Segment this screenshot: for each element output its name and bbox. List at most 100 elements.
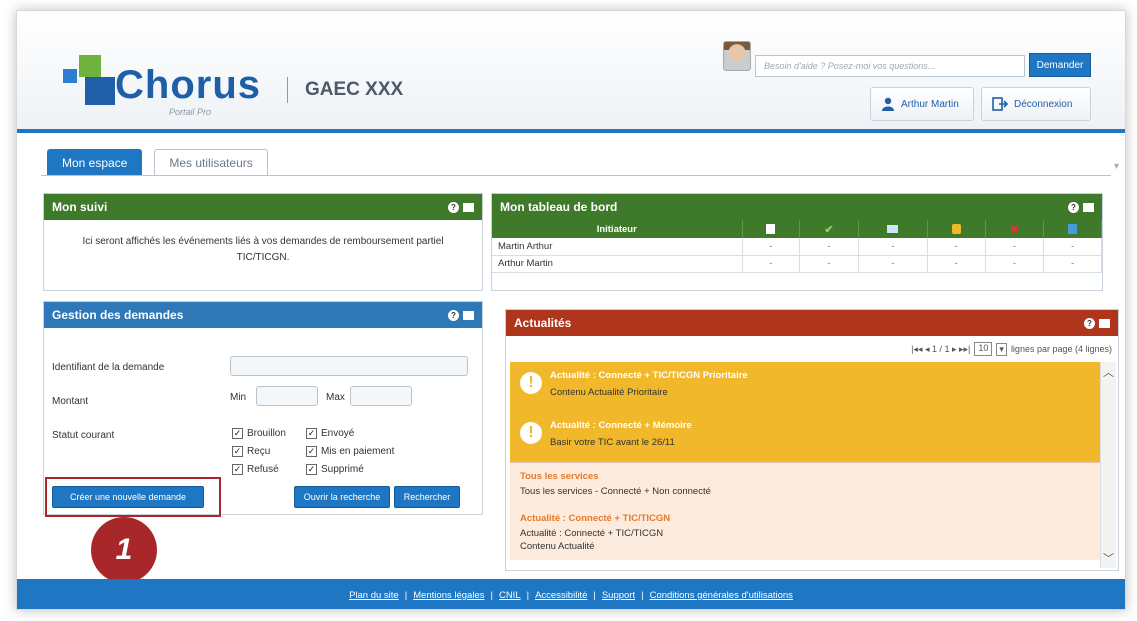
help-icon[interactable]: ? [448,309,459,321]
alert-icon: ! [520,422,542,444]
checkbox-checked-icon[interactable]: ✓ [306,464,317,475]
dashboard-title: Mon tableau de bord [500,200,618,214]
news-item-body: Basir votre TIC avant le 26/11 [550,437,675,448]
tab-mes-utilisateurs[interactable]: Mes utilisateurs [154,149,268,175]
logo-subtitle: Portail Pro [169,107,212,117]
statut-label: Statut courant [52,430,115,441]
count-cell: - [985,238,1045,256]
page-header: Chorus Portail Pro GAEC XXX Besoin d'aid… [17,11,1125,133]
help-icon[interactable]: ? [1068,201,1079,213]
check-icon[interactable]: ✔ [799,220,859,238]
list-item[interactable]: ! Actualité : Connecté + TIC/TICGN Prior… [510,362,1100,412]
suivi-message: Ici seront affichés les événements liés … [82,236,444,263]
montant-min-input[interactable] [256,386,318,406]
count-cell: - [985,255,1045,273]
footer-link-mentions[interactable]: Mentions légales [413,590,484,601]
footer-separator: | [490,589,493,601]
footer-link-accessibilite[interactable]: Accessibilité [535,590,587,601]
requests-title: Gestion des demandes [52,308,184,322]
statut-mis-en-paiement[interactable]: ✓ Mis en paiement [306,446,394,457]
statut-recu[interactable]: ✓ Reçu [232,446,270,457]
count-cell: - [927,255,986,273]
initiateur-cell: Arthur Martin [492,255,743,273]
minimize-icon[interactable] [1099,318,1110,328]
chorus-logo[interactable]: Chorus [63,51,261,105]
logout-label: Déconnexion [1014,98,1073,110]
news-item-body: Contenu Actualité Prioritaire [550,387,668,398]
chevron-down-icon[interactable]: ﹀ [1103,550,1114,566]
logout-button[interactable]: Déconnexion [981,87,1091,121]
count-cell: - [799,238,859,256]
minimize-icon[interactable] [463,310,474,320]
cross-icon[interactable]: ✖ [985,220,1045,238]
browser-frame: Chorus Portail Pro GAEC XXX Besoin d'aid… [16,10,1126,610]
min-label: Min [230,392,247,403]
news-item-title: Actualité : Connecté + Mémoire [550,420,692,431]
footer-separator: | [526,589,530,601]
statut-refuse[interactable]: ✓ Refusé [232,464,279,475]
footer-link-plan[interactable]: Plan du site [349,590,399,601]
open-search-button[interactable]: Ouvrir la recherche [294,486,390,508]
checkbox-checked-icon[interactable]: ✓ [232,446,243,457]
footer-link-cnil[interactable]: CNIL [499,590,521,601]
page-footer: Plan du site | Mentions légales | CNIL |… [17,579,1125,609]
news-item-title: Actualité : Connecté + TIC/TICGN [520,513,671,524]
mail-icon[interactable] [858,220,928,238]
table-row[interactable]: Martin Arthur - - - - - - [492,238,1102,256]
statut-supprime[interactable]: ✓ Supprimé [306,464,364,475]
montant-max-input[interactable] [350,386,412,406]
user-profile-button[interactable]: Arthur Martin [870,87,974,121]
ask-button[interactable]: Demander [1029,53,1091,77]
statut-brouillon[interactable]: ✓ Brouillon [232,428,286,439]
help-icon[interactable]: ? [1084,317,1095,329]
statut-envoye[interactable]: ✓ Envoyé [306,428,354,439]
checkbox-checked-icon[interactable]: ✓ [306,428,317,439]
list-item[interactable]: Actualité : Connecté + TIC/TICGN Actuali… [510,505,1100,560]
search-button[interactable]: Rechercher [394,486,460,508]
statut-label-text: Brouillon [247,428,286,439]
list-item[interactable]: ! Actualité : Connecté + Mémoire Basir v… [510,412,1100,462]
count-cell: - [742,255,801,273]
document-icon[interactable] [742,220,801,238]
list-item[interactable]: Tous les services Tous les services - Co… [510,462,1100,505]
help-search-input[interactable]: Besoin d'aide ? Posez-moi vos questions.… [755,55,1025,77]
footer-link-cgu[interactable]: Conditions générales d'utilisations [650,590,793,601]
news-scrollbar[interactable]: ︿ ﹀ [1100,362,1116,568]
count-cell: - [1043,255,1102,273]
count-cell: - [742,238,801,256]
news-item-body: Actualité : Connecté + TIC/TICGN [520,528,664,539]
identifiant-input[interactable] [230,356,468,376]
checkbox-checked-icon[interactable]: ✓ [232,464,243,475]
checkbox-checked-icon[interactable]: ✓ [306,446,317,457]
statut-label-text: Envoyé [321,428,355,439]
dashboard-panel-header: Mon tableau de bord ? [492,194,1102,220]
chevron-up-icon[interactable]: ︿ [1103,364,1114,380]
main-tabs: Mon espace Mes utilisateurs [47,149,268,175]
trash-icon[interactable] [1043,220,1102,238]
footer-separator: | [641,589,644,601]
step-badge: 1 [91,517,157,583]
suivi-title: Mon suivi [52,200,108,214]
minimize-icon[interactable] [1083,202,1094,212]
count-cell: - [858,255,928,273]
help-icon[interactable]: ? [448,201,459,213]
money-icon[interactable] [927,220,986,238]
count-cell: - [927,238,986,256]
collapse-chevron-icon[interactable]: ▾ [1114,161,1119,172]
table-row[interactable]: Arthur Martin - - - - - - [492,255,1102,273]
tab-mon-espace[interactable]: Mon espace [47,149,143,175]
max-label: Max [326,392,345,403]
minimize-icon[interactable] [463,202,474,212]
suivi-panel-header: Mon suivi ? [44,194,482,220]
count-cell: - [1043,238,1102,256]
column-header-initiateur[interactable]: Initiateur [492,220,743,238]
checkbox-checked-icon[interactable]: ✓ [232,428,243,439]
pager-controls[interactable]: |◂◂ ◂ 1 / 1 ▸ ▸▸| [911,344,970,355]
footer-link-support[interactable]: Support [602,590,635,601]
organization-name: GAEC XXX [305,79,404,100]
per-page-select[interactable]: 10 [974,342,993,356]
requests-panel-header: Gestion des demandes ? [44,302,482,328]
identifiant-label: Identifiant de la demande [52,362,165,373]
chevron-down-icon[interactable]: ▾ [996,342,1007,356]
user-icon [882,97,894,111]
